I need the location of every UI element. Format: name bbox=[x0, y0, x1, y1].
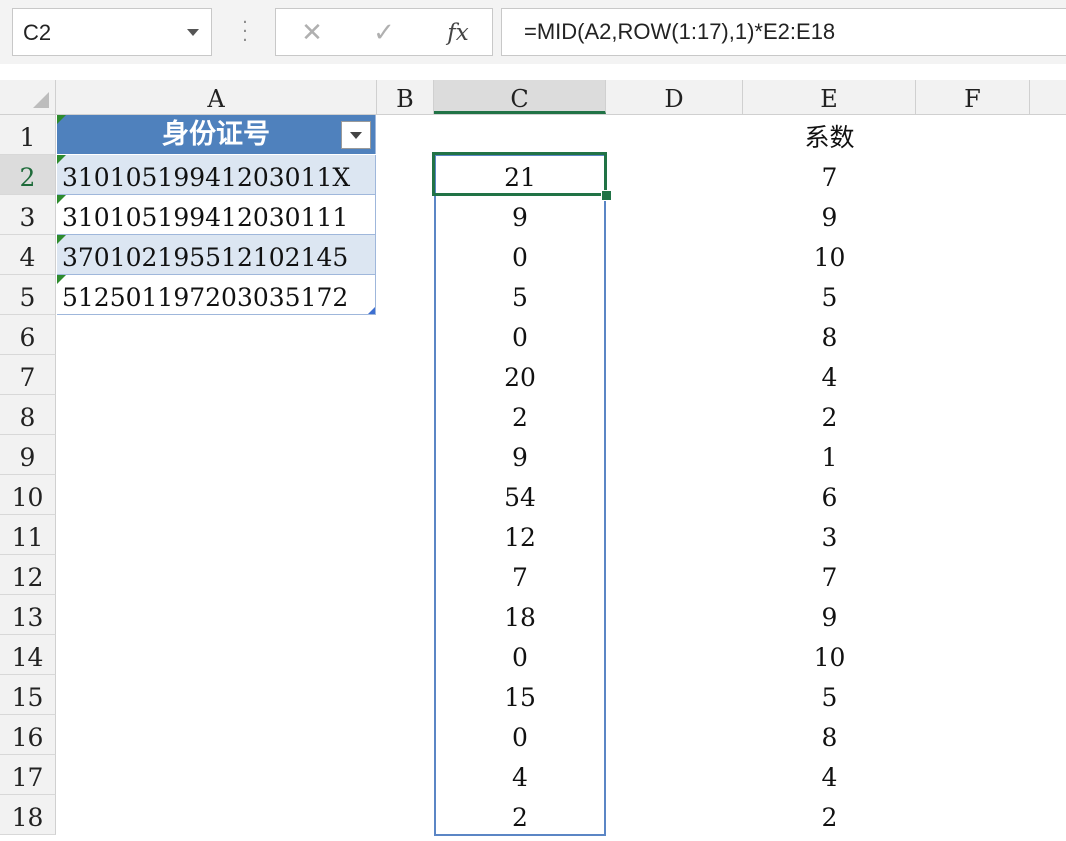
row-header-2[interactable]: 2 bbox=[0, 155, 56, 195]
row-header-14[interactable]: 14 bbox=[0, 635, 56, 675]
chevron-down-icon bbox=[350, 132, 362, 139]
error-indicator-icon bbox=[57, 235, 66, 244]
id-value: 512501197203035172 bbox=[62, 283, 349, 312]
row-header-1[interactable]: 1 bbox=[0, 115, 56, 155]
more-options-icon[interactable]: · · · bbox=[238, 14, 252, 50]
cell-e8[interactable]: 2 bbox=[743, 395, 916, 435]
cell-e10[interactable]: 6 bbox=[743, 475, 916, 515]
error-indicator-icon bbox=[57, 195, 66, 204]
name-box[interactable]: C2 bbox=[12, 8, 212, 56]
id-value: 31010519941203011X bbox=[62, 163, 351, 192]
row-header-7[interactable]: 7 bbox=[0, 355, 56, 395]
chevron-down-icon[interactable] bbox=[187, 29, 199, 36]
name-box-value: C2 bbox=[23, 20, 52, 45]
table-cell-a3[interactable]: 310105199412030111 bbox=[57, 195, 376, 235]
row-header-11[interactable]: 11 bbox=[0, 515, 56, 555]
cell-e5[interactable]: 5 bbox=[743, 275, 916, 315]
formula-buttons: ✕ ✓ fx bbox=[275, 8, 493, 56]
column-header-d[interactable]: D bbox=[606, 80, 743, 114]
cell-e1[interactable]: 系数 bbox=[743, 115, 916, 155]
table-cell-a4[interactable]: 370102195512102145 bbox=[57, 235, 376, 275]
row-header-17[interactable]: 17 bbox=[0, 755, 56, 795]
insert-function-icon[interactable]: fx bbox=[438, 17, 478, 49]
row-header-12[interactable]: 12 bbox=[0, 555, 56, 595]
formula-text: =MID(A2,ROW(1:17),1)*E2:E18 bbox=[524, 19, 836, 44]
cell-e13[interactable]: 9 bbox=[743, 595, 916, 635]
cell-e2[interactable]: 7 bbox=[743, 155, 916, 195]
table-header-id[interactable]: 身份证号 bbox=[57, 115, 376, 154]
fill-handle[interactable] bbox=[601, 190, 612, 201]
row-header-6[interactable]: 6 bbox=[0, 315, 56, 355]
row-header-4[interactable]: 4 bbox=[0, 235, 56, 275]
cell-e3[interactable]: 9 bbox=[743, 195, 916, 235]
cell-e12[interactable]: 7 bbox=[743, 555, 916, 595]
table-resize-handle-icon[interactable] bbox=[368, 307, 375, 314]
formula-bar: C2 · · · ✕ ✓ fx =MID(A2,ROW(1:17),1)*E2:E1… bbox=[0, 0, 1066, 64]
worksheet-grid[interactable]: A B C D E F 1 2 3 4 5 6 7 8 9 10 11 12 1… bbox=[0, 80, 1066, 838]
row-header-10[interactable]: 10 bbox=[0, 475, 56, 515]
row-header-16[interactable]: 16 bbox=[0, 715, 56, 755]
cell-e11[interactable]: 3 bbox=[743, 515, 916, 555]
row-header-18[interactable]: 18 bbox=[0, 795, 56, 835]
cell-e16[interactable]: 8 bbox=[743, 715, 916, 755]
row-header-3[interactable]: 3 bbox=[0, 195, 56, 235]
selected-range-outline bbox=[434, 154, 606, 836]
cell-e15[interactable]: 5 bbox=[743, 675, 916, 715]
cell-e18[interactable]: 2 bbox=[743, 795, 916, 835]
id-value: 370102195512102145 bbox=[62, 243, 349, 272]
green-triangle-icon bbox=[57, 115, 66, 124]
column-header-c[interactable]: C bbox=[434, 80, 606, 114]
row-header-5[interactable]: 5 bbox=[0, 275, 56, 315]
row-header-15[interactable]: 15 bbox=[0, 675, 56, 715]
enter-icon[interactable]: ✓ bbox=[364, 17, 404, 49]
formula-input[interactable]: =MID(A2,ROW(1:17),1)*E2:E18 bbox=[501, 8, 1066, 56]
table-cell-a2[interactable]: 31010519941203011X bbox=[57, 155, 376, 195]
select-all-corner[interactable] bbox=[0, 80, 56, 114]
cell-e9[interactable]: 1 bbox=[743, 435, 916, 475]
column-header-f[interactable]: F bbox=[916, 80, 1030, 114]
table-cell-a5[interactable]: 512501197203035172 bbox=[57, 275, 376, 315]
row-header-9[interactable]: 9 bbox=[0, 435, 56, 475]
cell-e7[interactable]: 4 bbox=[743, 355, 916, 395]
cell-e14[interactable]: 10 bbox=[743, 635, 916, 675]
column-header-b[interactable]: B bbox=[377, 80, 434, 114]
cell-e17[interactable]: 4 bbox=[743, 755, 916, 795]
column-header-a[interactable]: A bbox=[56, 80, 377, 114]
table-header-label: 身份证号 bbox=[162, 119, 270, 150]
filter-dropdown-button[interactable] bbox=[341, 121, 371, 149]
active-cell-outline bbox=[432, 152, 607, 196]
cell-e4[interactable]: 10 bbox=[743, 235, 916, 275]
select-all-icon bbox=[33, 92, 49, 108]
error-indicator-icon bbox=[57, 155, 66, 164]
column-header-e[interactable]: E bbox=[743, 80, 916, 114]
row-header-13[interactable]: 13 bbox=[0, 595, 56, 635]
error-indicator-icon bbox=[57, 275, 66, 284]
cancel-icon[interactable]: ✕ bbox=[292, 17, 332, 49]
row-header-8[interactable]: 8 bbox=[0, 395, 56, 435]
id-value: 310105199412030111 bbox=[62, 203, 349, 232]
cell-e6[interactable]: 8 bbox=[743, 315, 916, 355]
